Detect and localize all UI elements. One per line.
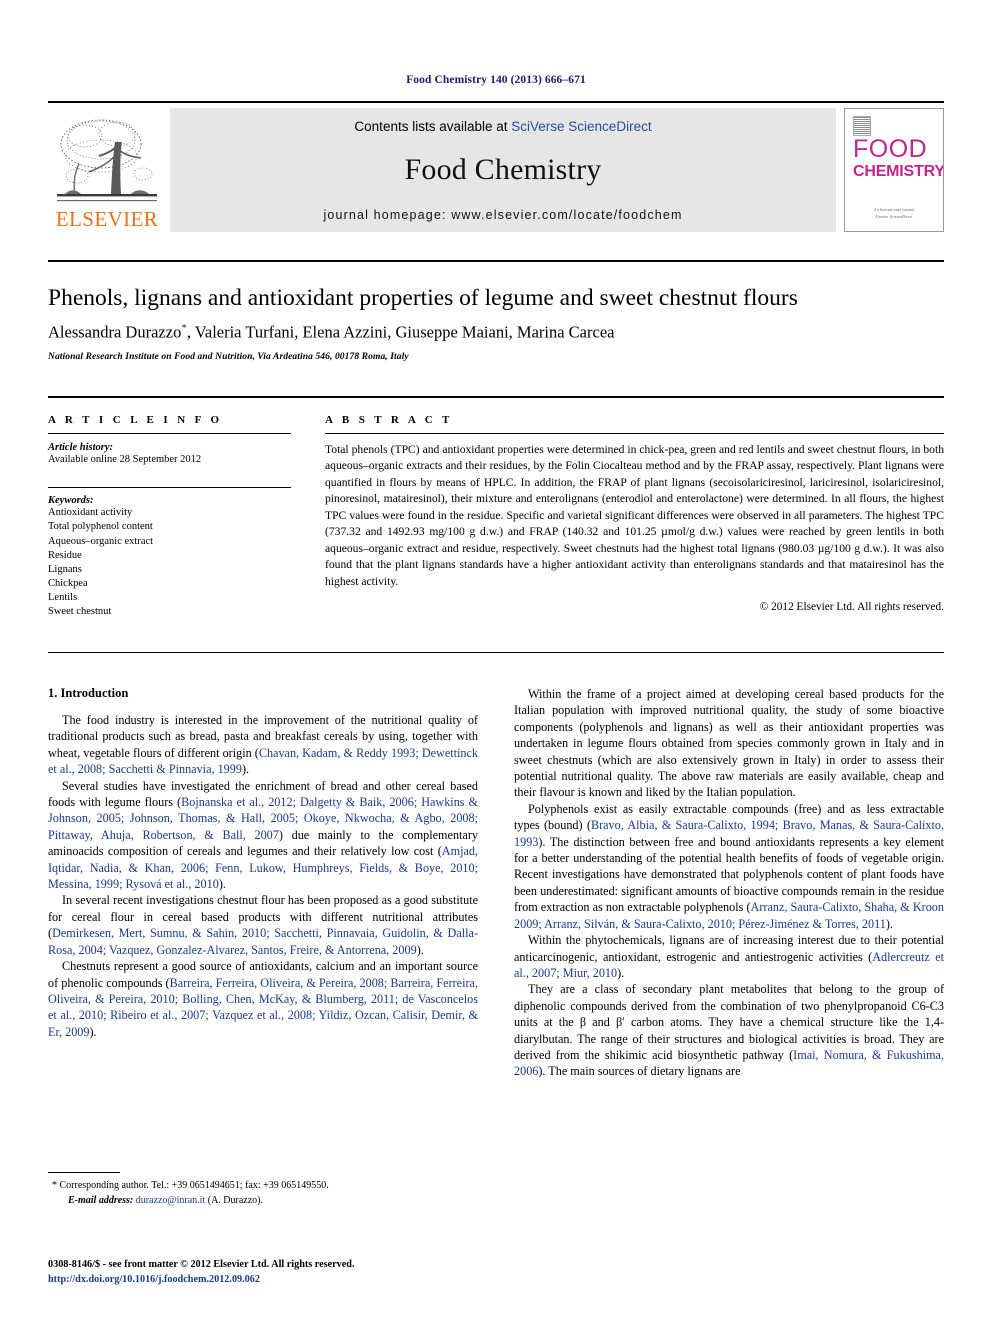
journal-cover-thumbnail[interactable]: FOOD CHEMISTRY An International Journal … xyxy=(844,108,944,232)
cover-stamp-icon xyxy=(853,116,871,136)
email-address-label: E-mail address: xyxy=(68,1194,134,1206)
journal-banner: Contents lists available at SciVerse Sci… xyxy=(170,108,836,232)
keyword-item: Chickpea xyxy=(48,578,88,590)
footnote-corresponding: * Corresponding author. Tel.: +39 065149… xyxy=(48,1179,478,1194)
abstract-top-rule xyxy=(48,396,944,398)
paragraph: Polyphenols exist as easily extractable … xyxy=(514,801,945,931)
article-history-value: Available online 28 September 2012 xyxy=(48,454,202,465)
elsevier-wordmark: ELSEVIER xyxy=(55,207,159,231)
email-owner: (A. Durazzo). xyxy=(207,1194,263,1206)
cover-footer-line1: An International Journal xyxy=(874,208,914,213)
keywords-divider xyxy=(48,487,291,489)
email-link[interactable]: durazzo@inran.it xyxy=(136,1195,205,1206)
running-head: Food Chemistry 140 (2013) 666–671 xyxy=(406,74,586,86)
article-info-divider xyxy=(48,433,291,434)
paragraph: Chestnuts represent a good source of ant… xyxy=(48,959,478,1039)
abstract-divider xyxy=(325,433,944,434)
issn-copyright-line: 0308-8146/$ - see front matter © 2012 El… xyxy=(48,1259,355,1270)
author-rest: , Valeria Turfani, Elena Azzini, Giusepp… xyxy=(186,322,615,342)
contents-prefix: Contents lists available at xyxy=(354,119,512,134)
keyword-item: Lentils xyxy=(48,592,78,604)
article-info-heading: A R T I C L E I N F O xyxy=(48,414,223,426)
contents-list-line: Contents lists available at SciVerse Sci… xyxy=(354,119,651,134)
keyword-item: Antioxidant activity xyxy=(48,507,133,519)
footnote-corresponding-text: Corresponding author. Tel.: +39 06514946… xyxy=(59,1180,329,1191)
body-column-left: 1. Introduction The food industry is int… xyxy=(48,686,478,1040)
paragraph: In several recent investigations chestnu… xyxy=(48,893,478,957)
doi-link[interactable]: http://dx.doi.org/10.1016/j.foodchem.201… xyxy=(48,1273,478,1288)
keywords-block: Keywords: Antioxidant activity Total pol… xyxy=(48,487,291,619)
page-footer: 0308-8146/$ - see front matter © 2012 El… xyxy=(48,1258,478,1288)
cover-title-chemistry: CHEMISTRY xyxy=(853,163,944,180)
abstract-column: A B S T R A C T Total phenols (TPC) and … xyxy=(325,414,944,613)
paragraph: Within the frame of a project aimed at d… xyxy=(514,687,944,800)
journal-masthead: ELSEVIER Contents lists available at Sci… xyxy=(48,101,944,232)
keyword-item: Residue xyxy=(48,549,82,561)
affiliation: National Research Institute on Food and … xyxy=(48,352,409,362)
keyword-item: Aqueous–organic extract xyxy=(48,535,154,547)
keyword-item: Lignans xyxy=(48,563,82,575)
section-heading-introduction: 1. Introduction xyxy=(48,686,129,700)
journal-homepage-link[interactable]: journal homepage: www.elsevier.com/locat… xyxy=(323,208,682,222)
abstract-heading: A B S T R A C T xyxy=(325,414,453,426)
paragraph: Within the phytochemicals, lignans are o… xyxy=(514,933,945,980)
footnote-rule xyxy=(48,1172,120,1173)
footnote-star: * xyxy=(52,1180,57,1191)
journal-title: Food Chemistry xyxy=(404,153,602,186)
paragraph: The food industry is interested in the i… xyxy=(48,713,478,777)
keyword-item: Total polyphenol content xyxy=(48,521,153,533)
abstract-bottom-rule xyxy=(48,652,944,653)
corresponding-author-footnote: * Corresponding author. Tel.: +39 065149… xyxy=(48,1172,478,1208)
cover-footer-text: An International Journal Elsevier Scienc… xyxy=(845,207,943,221)
keywords-label: Keywords: xyxy=(48,495,94,507)
body-column-right: Within the frame of a project aimed at d… xyxy=(514,686,944,1080)
elsevier-tree-icon xyxy=(57,119,157,202)
elsevier-logo: ELSEVIER xyxy=(48,108,166,232)
title-top-rule xyxy=(48,260,944,262)
article-history-label: Article history: xyxy=(48,442,114,453)
footnote-email: E-mail address: durazzo@inran.it (A. Dur… xyxy=(48,1194,478,1209)
cover-footer-line2: Elsevier ScienceDirect xyxy=(875,215,913,220)
paper-page: Food Chemistry 140 (2013) 666–671 ELSEVI… xyxy=(0,0,992,1323)
article-info-column: A R T I C L E I N F O Article history: A… xyxy=(48,414,291,620)
paragraph: Several studies have investigated the en… xyxy=(48,778,478,892)
abstract-body: Total phenols (TPC) and antioxidant prop… xyxy=(325,443,944,588)
author-list: Alessandra Durazzo*, Valeria Turfani, El… xyxy=(48,322,944,343)
author-first: Alessandra Durazzo xyxy=(48,322,182,342)
abstract-copyright: © 2012 Elsevier Ltd. All rights reserved… xyxy=(759,601,944,614)
cover-title-food: FOOD xyxy=(853,135,928,163)
keyword-item: Sweet chestnut xyxy=(48,606,112,618)
paragraph: They are a class of secondary plant meta… xyxy=(514,982,945,1079)
sciencedirect-link[interactable]: SciVerse ScienceDirect xyxy=(511,119,651,134)
page-title: Phenols, lignans and antioxidant propert… xyxy=(48,285,798,311)
